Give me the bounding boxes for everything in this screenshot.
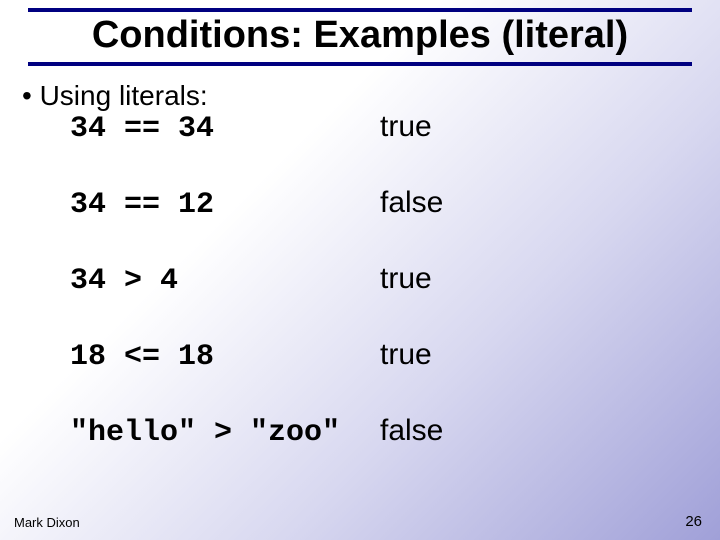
example-row: 34 == 12 false — [70, 186, 680, 222]
example-expression: 34 > 4 — [70, 264, 380, 298]
example-result: true — [380, 110, 432, 144]
title-underline — [28, 62, 692, 66]
example-row: 34 == 34 true — [70, 110, 680, 146]
example-result: true — [380, 338, 432, 372]
footer-page-number: 26 — [685, 513, 702, 530]
example-expression: 18 <= 18 — [70, 340, 380, 374]
slide: Conditions: Examples (literal) • Using l… — [0, 0, 720, 540]
example-expression: "hello" > "zoo" — [70, 416, 380, 450]
bullet-intro: • Using literals: — [22, 80, 208, 112]
example-expression: 34 == 34 — [70, 112, 380, 146]
example-row: "hello" > "zoo" false — [70, 414, 680, 450]
example-row: 18 <= 18 true — [70, 338, 680, 374]
footer-author: Mark Dixon — [14, 515, 80, 530]
example-row: 34 > 4 true — [70, 262, 680, 298]
examples-list: 34 == 34 true 34 == 12 false 34 > 4 true… — [70, 110, 680, 490]
top-divider — [28, 8, 692, 12]
example-result: true — [380, 262, 432, 296]
slide-title: Conditions: Examples (literal) — [0, 14, 720, 57]
example-result: false — [380, 414, 443, 448]
example-expression: 34 == 12 — [70, 188, 380, 222]
example-result: false — [380, 186, 443, 220]
